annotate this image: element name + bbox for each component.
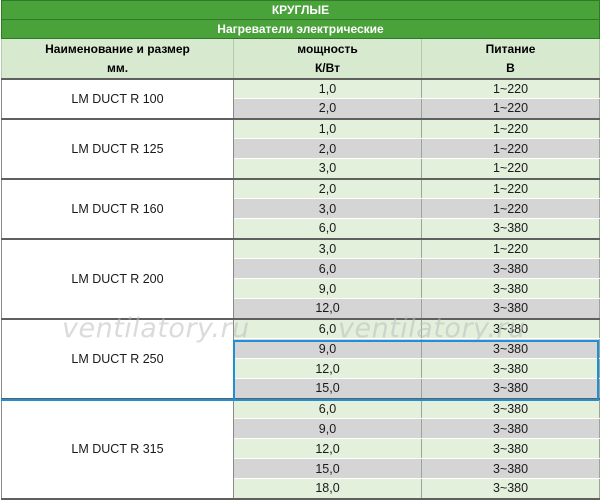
supply-cell: 3~380 [421,218,600,240]
supply-cell: 3~380 [421,418,600,439]
power-cell: 9,0 [233,278,422,299]
power-cell: 6,0 [233,258,422,279]
table-subtitle: Нагреватели электрические [1,19,600,39]
supply-cell: 3~380 [421,358,600,379]
supply-cell: 3~380 [421,298,600,320]
power-cell: 15,0 [233,458,422,479]
header-name: Наименование и размер [1,38,234,59]
power-cell: 18,0 [233,478,422,500]
header-supply-unit: В [421,58,600,79]
supply-cell: 3~380 [421,317,600,339]
power-cell: 12,0 [233,438,422,459]
supply-cell: 3~380 [421,458,600,479]
power-cell: 6,0 [233,218,422,240]
supply-cell: 1~220 [421,77,600,99]
power-cell: 3,0 [233,198,422,219]
supply-cell: 3~380 [421,438,600,459]
model-name: LM DUCT R 315 [1,397,234,500]
supply-cell: 1~220 [421,198,600,219]
supply-cell: 1~220 [421,177,600,199]
heaters-table: КРУГЛЫЕ Нагреватели электрические Наимен… [1,0,600,500]
supply-cell: 1~220 [421,237,600,259]
power-cell: 2,0 [233,138,422,159]
supply-cell: 3~380 [421,338,600,359]
power-cell: 15,0 [233,378,422,400]
table-row: LM DUCT R 100 1,0 1~220 [1,77,600,120]
header-power: мощность [233,38,422,59]
table-row: LM DUCT R 125 1,0 1~220 [1,117,600,180]
table-row: LM DUCT R 315 6,0 3~380 [1,397,600,500]
table-row: LM DUCT R 250 6,0 3~380 [1,317,600,400]
table-row: LM DUCT R 200 3,0 1~220 [1,237,600,320]
power-cell: 1,0 [233,117,422,139]
power-cell: 3,0 [233,237,422,259]
model-name: LM DUCT R 160 [1,177,234,240]
power-cell: 9,0 [233,418,422,439]
header-power-unit: К/Вт [233,58,422,79]
supply-cell: 3~380 [421,378,600,400]
model-name: LM DUCT R 100 [1,77,234,120]
table-title: КРУГЛЫЕ [1,0,600,20]
supply-cell: 1~220 [421,158,600,180]
power-cell: 2,0 [233,177,422,199]
model-name: LM DUCT R 125 [1,117,234,180]
power-cell: 1,0 [233,77,422,99]
power-cell: 6,0 [233,317,422,339]
supply-cell: 3~380 [421,258,600,279]
supply-cell: 3~380 [421,478,600,500]
supply-cell: 1~220 [421,98,600,120]
power-cell: 2,0 [233,98,422,120]
supply-cell: 1~220 [421,138,600,159]
power-cell: 6,0 [233,397,422,419]
power-cell: 9,0 [233,338,422,359]
model-name: LM DUCT R 200 [1,237,234,320]
header-supply: Питание [421,38,600,59]
supply-cell: 3~380 [421,397,600,419]
header-name-unit: мм. [1,58,234,79]
model-name: LM DUCT R 250 [1,317,234,400]
power-cell: 12,0 [233,298,422,320]
power-cell: 12,0 [233,358,422,379]
supply-cell: 1~220 [421,117,600,139]
supply-cell: 3~380 [421,278,600,299]
table-row: LM DUCT R 160 2,0 1~220 [1,177,600,240]
power-cell: 3,0 [233,158,422,180]
